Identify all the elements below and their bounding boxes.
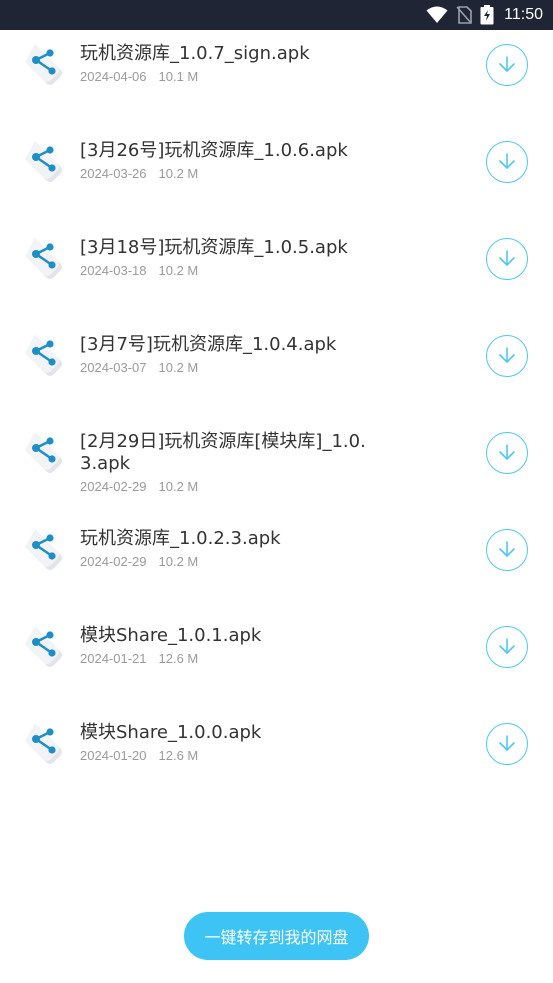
battery-charging-icon [480,5,494,25]
download-button[interactable] [486,335,528,377]
file-info: [2月29日]玩机资源库[模块库]_1.0.3.apk 2024-02-29 10.… [80,431,380,496]
download-button[interactable] [486,44,528,86]
share-file-icon [24,42,70,88]
file-meta: 2024-03-07 10.2 M [80,359,380,377]
download-button[interactable] [486,141,528,183]
download-button[interactable] [486,432,528,474]
file-row[interactable]: [3月26号]玩机资源库_1.0.6.apk 2024-03-26 10.2 M [0,127,553,224]
file-name: [3月7号]玩机资源库_1.0.4.apk [80,334,337,355]
status-bar: 11:50 [0,0,553,30]
file-row[interactable]: [3月7号]玩机资源库_1.0.4.apk 2024-03-07 10.2 M [0,321,553,418]
share-file-icon [24,624,70,670]
download-arrow-icon [497,249,517,269]
file-meta: 2024-03-26 10.2 M [80,165,380,183]
file-size: 12.6 M [158,651,199,666]
file-size: 12.6 M [158,748,199,763]
file-date: 2024-02-29 [80,479,147,494]
download-arrow-icon [497,152,517,172]
save-to-cloud-button[interactable]: 一键转存到我的网盘 [184,912,369,960]
download-arrow-icon [497,734,517,754]
file-size: 10.2 M [158,554,199,569]
file-name: 玩机资源库_1.0.7_sign.apk [80,43,310,64]
file-info: [3月18号]玩机资源库_1.0.5.apk 2024-03-18 10.2 M [80,237,380,280]
file-meta: 2024-01-21 12.6 M [80,650,380,668]
file-name: 模块Share_1.0.1.apk [80,625,262,646]
file-size: 10.2 M [158,360,199,375]
wifi-icon [426,6,448,24]
file-size: 10.1 M [158,69,199,84]
file-name: [3月26号]玩机资源库_1.0.6.apk [80,140,348,161]
download-arrow-icon [497,55,517,75]
download-arrow-icon [497,540,517,560]
share-file-icon [24,527,70,573]
download-arrow-icon [497,443,517,463]
status-time: 11:50 [504,6,543,23]
file-row[interactable]: 模块Share_1.0.1.apk 2024-01-21 12.6 M [0,612,553,709]
file-info: [3月7号]玩机资源库_1.0.4.apk 2024-03-07 10.2 M [80,334,380,377]
file-info: 模块Share_1.0.1.apk 2024-01-21 12.6 M [80,625,380,668]
download-button[interactable] [486,529,528,571]
file-meta: 2024-02-29 10.2 M [80,553,380,571]
no-sim-icon [456,6,472,24]
file-name: 模块Share_1.0.0.apk [80,722,262,743]
file-meta: 2024-04-06 10.1 M [80,68,380,86]
download-button[interactable] [486,626,528,668]
download-arrow-icon [497,346,517,366]
file-meta: 2024-03-18 10.2 M [80,262,380,280]
file-name: 玩机资源库_1.0.2.3.apk [80,528,281,549]
share-file-icon [24,721,70,767]
download-arrow-icon [497,637,517,657]
file-list: 玩机资源库_1.0.7_sign.apk 2024-04-06 10.1 M [3月2… [0,30,553,806]
file-row[interactable]: 模块Share_1.0.0.apk 2024-01-20 12.6 M [0,709,553,806]
file-row[interactable]: [2月29日]玩机资源库[模块库]_1.0.3.apk 2024-02-29 10.… [0,418,553,515]
file-name: [3月18号]玩机资源库_1.0.5.apk [80,237,348,258]
file-date: 2024-04-06 [80,69,147,84]
file-date: 2024-03-18 [80,263,147,278]
download-button[interactable] [486,238,528,280]
file-info: 模块Share_1.0.0.apk 2024-01-20 12.6 M [80,722,380,765]
file-size: 10.2 M [158,479,199,494]
file-date: 2024-02-29 [80,554,147,569]
file-date: 2024-03-07 [80,360,147,375]
file-info: 玩机资源库_1.0.7_sign.apk 2024-04-06 10.1 M [80,43,380,86]
file-date: 2024-01-20 [80,748,147,763]
share-file-icon [24,139,70,185]
file-size: 10.2 M [158,166,199,181]
file-meta: 2024-01-20 12.6 M [80,747,380,765]
file-info: [3月26号]玩机资源库_1.0.6.apk 2024-03-26 10.2 M [80,140,380,183]
file-date: 2024-01-21 [80,651,147,666]
file-row[interactable]: 玩机资源库_1.0.7_sign.apk 2024-04-06 10.1 M [0,30,553,127]
file-row[interactable]: [3月18号]玩机资源库_1.0.5.apk 2024-03-18 10.2 M [0,224,553,321]
file-meta: 2024-02-29 10.2 M [80,478,380,496]
share-file-icon [24,333,70,379]
share-file-icon [24,236,70,282]
download-button[interactable] [486,723,528,765]
file-size: 10.2 M [158,263,199,278]
file-row[interactable]: 玩机资源库_1.0.2.3.apk 2024-02-29 10.2 M [0,515,553,612]
file-name: [2月29日]玩机资源库[模块库]_1.0.3.apk [80,431,366,474]
file-date: 2024-03-26 [80,166,147,181]
share-file-icon [24,430,70,476]
file-info: 玩机资源库_1.0.2.3.apk 2024-02-29 10.2 M [80,528,380,571]
